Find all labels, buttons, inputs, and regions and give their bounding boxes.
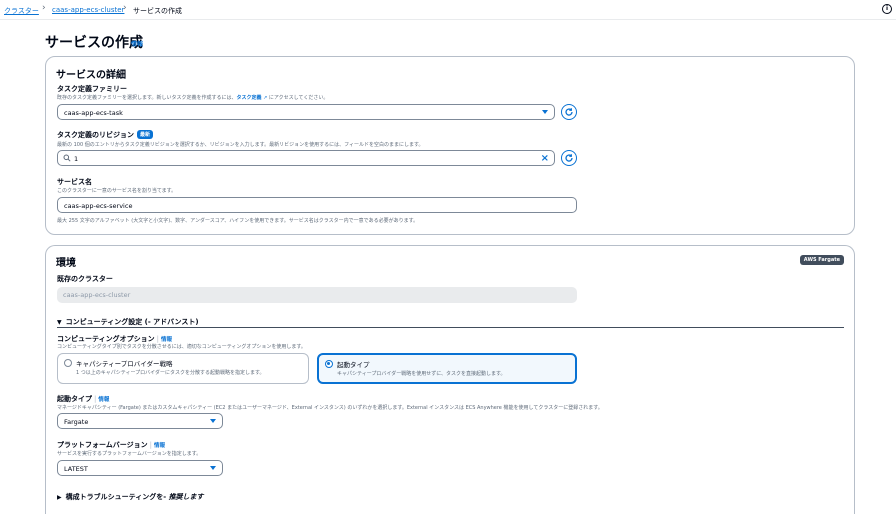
info-link[interactable]: 情報 (131, 39, 143, 48)
launch-type-label: 起動タイプ | 情報 (57, 394, 109, 404)
input-value: caas-app-ecs-cluster (63, 291, 131, 299)
refresh-icon (565, 154, 573, 162)
capacity-provider-option[interactable]: キャパシティープロバイダー戦略 1 つ以上のキャパシティープロバイダーにタスクを… (57, 353, 309, 384)
caret-right-icon: ▶ (57, 494, 62, 501)
description-text: にアクセスしてください。 (268, 95, 329, 101)
panel-title: 環境 (56, 258, 76, 269)
compute-options-description: コンピューティングタイプ別でタスクを分散させるには、適切なコンピューティングオプ… (57, 344, 306, 350)
label-text: プラットフォームバージョン (57, 441, 148, 449)
breadcrumb-link-cluster[interactable]: caas-app-ecs-cluster (52, 6, 124, 14)
label-text: コンピューティングオプション (57, 335, 155, 343)
fargate-badge: AWS Fargate (799, 255, 844, 265)
input-value: 1 (74, 155, 79, 163)
platform-version-select[interactable]: LATEST (57, 460, 223, 476)
option-label: キャパシティープロバイダー戦略 (76, 360, 173, 368)
option-description: キャパシティープロバイダー戦略を使用せずに、タスクを直接起動します。 (337, 371, 506, 377)
refresh-button[interactable] (561, 104, 577, 120)
existing-cluster-input: caas-app-ecs-cluster (57, 287, 577, 303)
service-name-description: このクラスターに一意のサービス名を割り当てます。 (57, 188, 177, 194)
refresh-button[interactable] (561, 150, 577, 166)
platform-version-description: サービスを実行するプラットフォームバージョンを指定します。 (57, 451, 202, 457)
separator: | (94, 395, 97, 403)
breadcrumb-current: サービスの作成 (133, 7, 182, 15)
task-revision-description: 最新の 100 個のエントリからタスク定義リビジョンを選択するか、リビジョンを入… (57, 142, 424, 148)
caret-down-icon: ▼ (57, 319, 62, 326)
compute-settings-expander[interactable]: ▼ コンピューティング設定 (- アドバンスト) (57, 317, 199, 327)
service-name-label: サービス名 (57, 178, 92, 186)
expander-label: 構成トラブルシューティングを- (65, 493, 167, 501)
caret-down-icon (542, 110, 548, 114)
latest-badge: 最新 (137, 130, 154, 139)
chevron-right-icon: › (123, 3, 127, 13)
option-label: 起動タイプ (337, 361, 370, 369)
chevron-right-icon: › (42, 3, 46, 13)
environment-panel: 環境 AWS Fargate 既存のクラスター caas-app-ecs-clu… (45, 245, 855, 514)
launch-type-option[interactable]: 起動タイプ キャパシティープロバイダー戦略を使用せずに、タスクを直接起動します。 (317, 353, 577, 384)
launch-type-description: マネージドキャパシティー (Fargate) またはカスタムキャパシティー (E… (57, 405, 603, 411)
info-link[interactable]: 情報 (154, 443, 165, 449)
task-family-select[interactable]: caas-app-ecs-task (57, 104, 555, 120)
radio-button[interactable] (325, 360, 333, 368)
input-value: caas-app-ecs-service (64, 202, 133, 210)
service-name-constraint: 最大 255 文字のアルファベット (大文字と小文字)、数字、アンダースコア、ハ… (57, 218, 419, 224)
option-description: 1 つ以上のキャパシティープロバイダーにタスクを分散する起動戦略を指定します。 (76, 370, 265, 376)
troubleshooting-expander[interactable]: ▶ 構成トラブルシューティングを- 推奨します (57, 492, 204, 502)
task-definition-link[interactable]: タスク定義 (237, 95, 262, 101)
panel-title: サービスの詳細 (56, 70, 126, 81)
description-text: 既存のタスク定義ファミリーを選択します。新しいタスク定義を作成するには、 (57, 95, 237, 101)
select-value: LATEST (64, 465, 88, 473)
search-icon (63, 154, 71, 162)
breadcrumb: クラスター › caas-app-ecs-cluster › サービスの作成 i (0, 0, 896, 20)
platform-version-label: プラットフォームバージョン | 情報 (57, 440, 165, 450)
service-name-input[interactable]: caas-app-ecs-service (57, 197, 577, 213)
refresh-icon (565, 108, 573, 116)
external-link-icon: ↗ (261, 95, 269, 101)
divider (57, 327, 844, 328)
separator: | (156, 335, 159, 343)
breadcrumb-link-clusters[interactable]: クラスター (4, 6, 39, 16)
info-icon[interactable]: i (882, 4, 892, 14)
expander-label: コンピューティング設定 (- アドバンスト) (65, 318, 199, 326)
task-revision-input[interactable]: 1 × (57, 150, 555, 166)
task-family-description: 既存のタスク定義ファミリーを選択します。新しいタスク定義を作成するには、タスク定… (57, 94, 328, 101)
select-value: Fargate (64, 418, 89, 426)
label-text: 起動タイプ (57, 395, 92, 403)
service-details-panel: サービスの詳細 タスク定義ファミリー 既存のタスク定義ファミリーを選択します。新… (45, 56, 855, 235)
select-value: caas-app-ecs-task (64, 109, 123, 117)
caret-down-icon (210, 419, 216, 423)
expander-emphasis: 推奨します (168, 493, 204, 501)
launch-type-select[interactable]: Fargate (57, 413, 223, 429)
existing-cluster-label: 既存のクラスター (57, 275, 113, 283)
clear-icon[interactable]: × (541, 153, 549, 164)
task-family-label: タスク定義ファミリー (57, 85, 127, 93)
task-revision-label: タスク定義のリビジョン (57, 131, 134, 139)
page-title: サービスの作成 (45, 35, 143, 51)
separator: | (149, 441, 153, 449)
radio-button[interactable] (64, 359, 72, 367)
info-link[interactable]: 情報 (98, 397, 109, 403)
caret-down-icon (210, 466, 216, 470)
